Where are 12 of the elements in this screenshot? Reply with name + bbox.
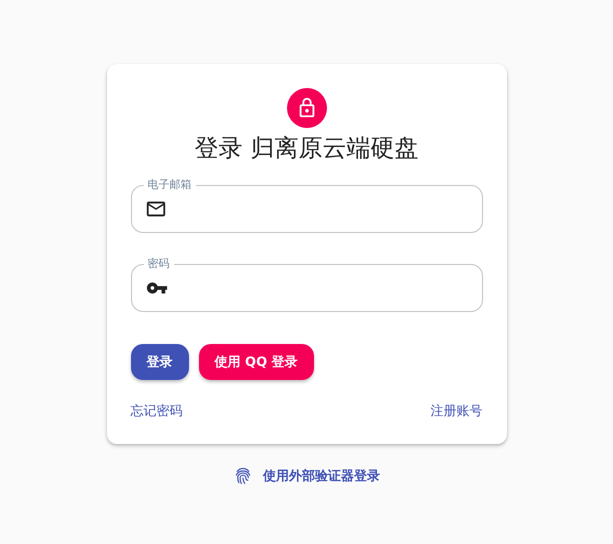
password-field[interactable]: 密码 [130,257,482,312]
login-title: 登录 归离原云端硬盘 [194,133,420,164]
forgot-password-link[interactable]: 忘记密码 [130,402,182,420]
login-button[interactable]: 登录 [130,344,188,380]
fingerprint-icon [233,466,253,486]
field-label: 密码 [148,257,170,270]
external-authenticator-link[interactable]: 使用外部验证器登录 [263,467,380,485]
lock-icon [286,88,326,128]
register-link[interactable]: 注册账号 [430,402,482,420]
qq-login-button[interactable]: 使用 QQ 登录 [198,344,314,380]
field-label: 电子邮箱 [148,178,192,191]
email-field[interactable]: 电子邮箱 [130,178,482,233]
